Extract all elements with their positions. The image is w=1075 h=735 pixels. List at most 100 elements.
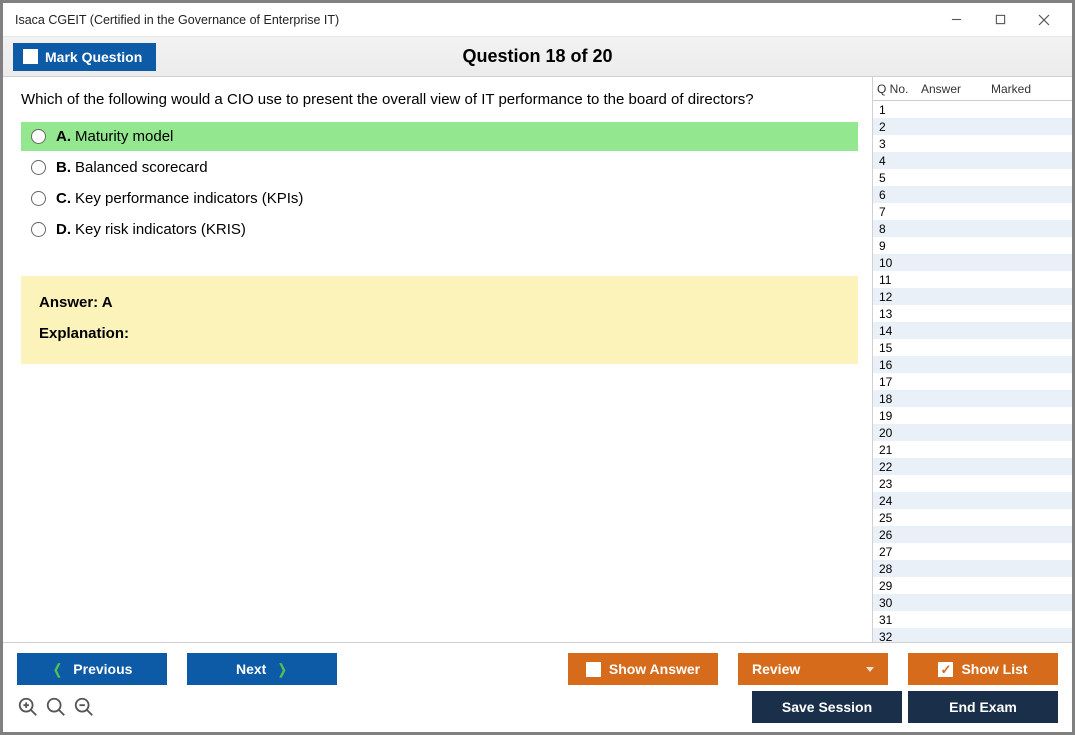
question-pane: Which of the following would a CIO use t… [3, 77, 872, 642]
grid-body[interactable]: 1234567891011121314151617181920212223242… [873, 101, 1072, 642]
grid-row[interactable]: 15 [873, 339, 1072, 356]
grid-row[interactable]: 8 [873, 220, 1072, 237]
option-text: Key performance indicators (KPIs) [75, 190, 303, 207]
button-row-1: ❬ Previous Next ❭ Show Answer Review Sho… [17, 643, 1058, 687]
grid-row[interactable]: 31 [873, 611, 1072, 628]
next-label: Next [236, 661, 266, 677]
grid-row[interactable]: 4 [873, 152, 1072, 169]
option-text: Maturity model [75, 128, 173, 145]
grid-qno: 11 [873, 273, 917, 287]
grid-row[interactable]: 24 [873, 492, 1072, 509]
grid-row[interactable]: 2 [873, 118, 1072, 135]
radio-icon [31, 160, 46, 175]
grid-qno: 8 [873, 222, 917, 236]
grid-qno: 4 [873, 154, 917, 168]
grid-row[interactable]: 20 [873, 424, 1072, 441]
grid-row[interactable]: 6 [873, 186, 1072, 203]
options-list: A. Maturity modelB. Balanced scorecardC.… [21, 122, 858, 246]
question-list-panel: Q No. Answer Marked 12345678910111213141… [872, 77, 1072, 642]
grid-row[interactable]: 9 [873, 237, 1072, 254]
grid-qno: 31 [873, 613, 917, 627]
zoom-reset-icon[interactable] [45, 696, 67, 718]
app-window: Isaca CGEIT (Certified in the Governance… [0, 0, 1075, 735]
col-answer[interactable]: Answer [917, 77, 987, 100]
grid-row[interactable]: 7 [873, 203, 1072, 220]
show-list-button[interactable]: Show List [908, 653, 1058, 685]
grid-qno: 28 [873, 562, 917, 576]
close-button[interactable] [1022, 5, 1066, 35]
grid-row[interactable]: 21 [873, 441, 1072, 458]
grid-row[interactable]: 11 [873, 271, 1072, 288]
save-session-button[interactable]: Save Session [752, 691, 902, 723]
save-session-label: Save Session [782, 699, 872, 715]
grid-qno: 32 [873, 630, 917, 643]
grid-qno: 13 [873, 307, 917, 321]
option-letter: D. [56, 221, 71, 238]
grid-row[interactable]: 29 [873, 577, 1072, 594]
grid-row[interactable]: 32 [873, 628, 1072, 642]
grid-row[interactable]: 25 [873, 509, 1072, 526]
grid-qno: 19 [873, 409, 917, 423]
zoom-out-icon[interactable] [73, 696, 95, 718]
option-row[interactable]: C. Key performance indicators (KPIs) [21, 184, 858, 213]
grid-row[interactable]: 10 [873, 254, 1072, 271]
option-row[interactable]: A. Maturity model [21, 122, 858, 151]
grid-qno: 3 [873, 137, 917, 151]
grid-row[interactable]: 17 [873, 373, 1072, 390]
grid-row[interactable]: 26 [873, 526, 1072, 543]
zoom-in-icon[interactable] [17, 696, 39, 718]
grid-qno: 7 [873, 205, 917, 219]
option-row[interactable]: D. Key risk indicators (KRIS) [21, 215, 858, 244]
show-answer-button[interactable]: Show Answer [568, 653, 718, 685]
grid-qno: 23 [873, 477, 917, 491]
grid-row[interactable]: 30 [873, 594, 1072, 611]
grid-row[interactable]: 1 [873, 101, 1072, 118]
option-text: Balanced scorecard [75, 159, 208, 176]
grid-row[interactable]: 18 [873, 390, 1072, 407]
grid-row[interactable]: 22 [873, 458, 1072, 475]
grid-row[interactable]: 5 [873, 169, 1072, 186]
option-text: Key risk indicators (KRIS) [75, 221, 246, 238]
next-button[interactable]: Next ❭ [187, 653, 337, 685]
col-qno[interactable]: Q No. [873, 77, 917, 100]
answer-box: Answer: A Explanation: [21, 276, 858, 364]
chevron-right-icon: ❭ [276, 661, 288, 678]
option-row[interactable]: B. Balanced scorecard [21, 153, 858, 182]
grid-row[interactable]: 14 [873, 322, 1072, 339]
mark-question-button[interactable]: Mark Question [13, 43, 156, 71]
grid-qno: 12 [873, 290, 917, 304]
col-marked[interactable]: Marked [987, 77, 1072, 100]
explanation-label: Explanation: [39, 325, 840, 342]
maximize-button[interactable] [978, 5, 1022, 35]
grid-qno: 16 [873, 358, 917, 372]
end-exam-button[interactable]: End Exam [908, 691, 1058, 723]
grid-qno: 18 [873, 392, 917, 406]
answer-label: Answer: A [39, 294, 840, 311]
chevron-left-icon: ❬ [52, 661, 64, 678]
grid-row[interactable]: 19 [873, 407, 1072, 424]
radio-icon [31, 191, 46, 206]
grid-row[interactable]: 3 [873, 135, 1072, 152]
grid-qno: 22 [873, 460, 917, 474]
minimize-button[interactable] [934, 5, 978, 35]
grid-row[interactable]: 28 [873, 560, 1072, 577]
titlebar: Isaca CGEIT (Certified in the Governance… [3, 3, 1072, 37]
question-prompt: Which of the following would a CIO use t… [21, 91, 858, 108]
grid-row[interactable]: 12 [873, 288, 1072, 305]
grid-row[interactable]: 16 [873, 356, 1072, 373]
chevron-down-icon [866, 667, 874, 672]
grid-row[interactable]: 13 [873, 305, 1072, 322]
grid-qno: 24 [873, 494, 917, 508]
review-dropdown[interactable]: Review [738, 653, 888, 685]
grid-qno: 10 [873, 256, 917, 270]
grid-qno: 1 [873, 103, 917, 117]
grid-row[interactable]: 27 [873, 543, 1072, 560]
previous-label: Previous [73, 661, 132, 677]
previous-button[interactable]: ❬ Previous [17, 653, 167, 685]
main-area: Which of the following would a CIO use t… [3, 77, 1072, 642]
mark-question-label: Mark Question [45, 49, 142, 65]
grid-row[interactable]: 23 [873, 475, 1072, 492]
grid-qno: 15 [873, 341, 917, 355]
header-row: Mark Question Question 18 of 20 [3, 37, 1072, 77]
grid-qno: 27 [873, 545, 917, 559]
